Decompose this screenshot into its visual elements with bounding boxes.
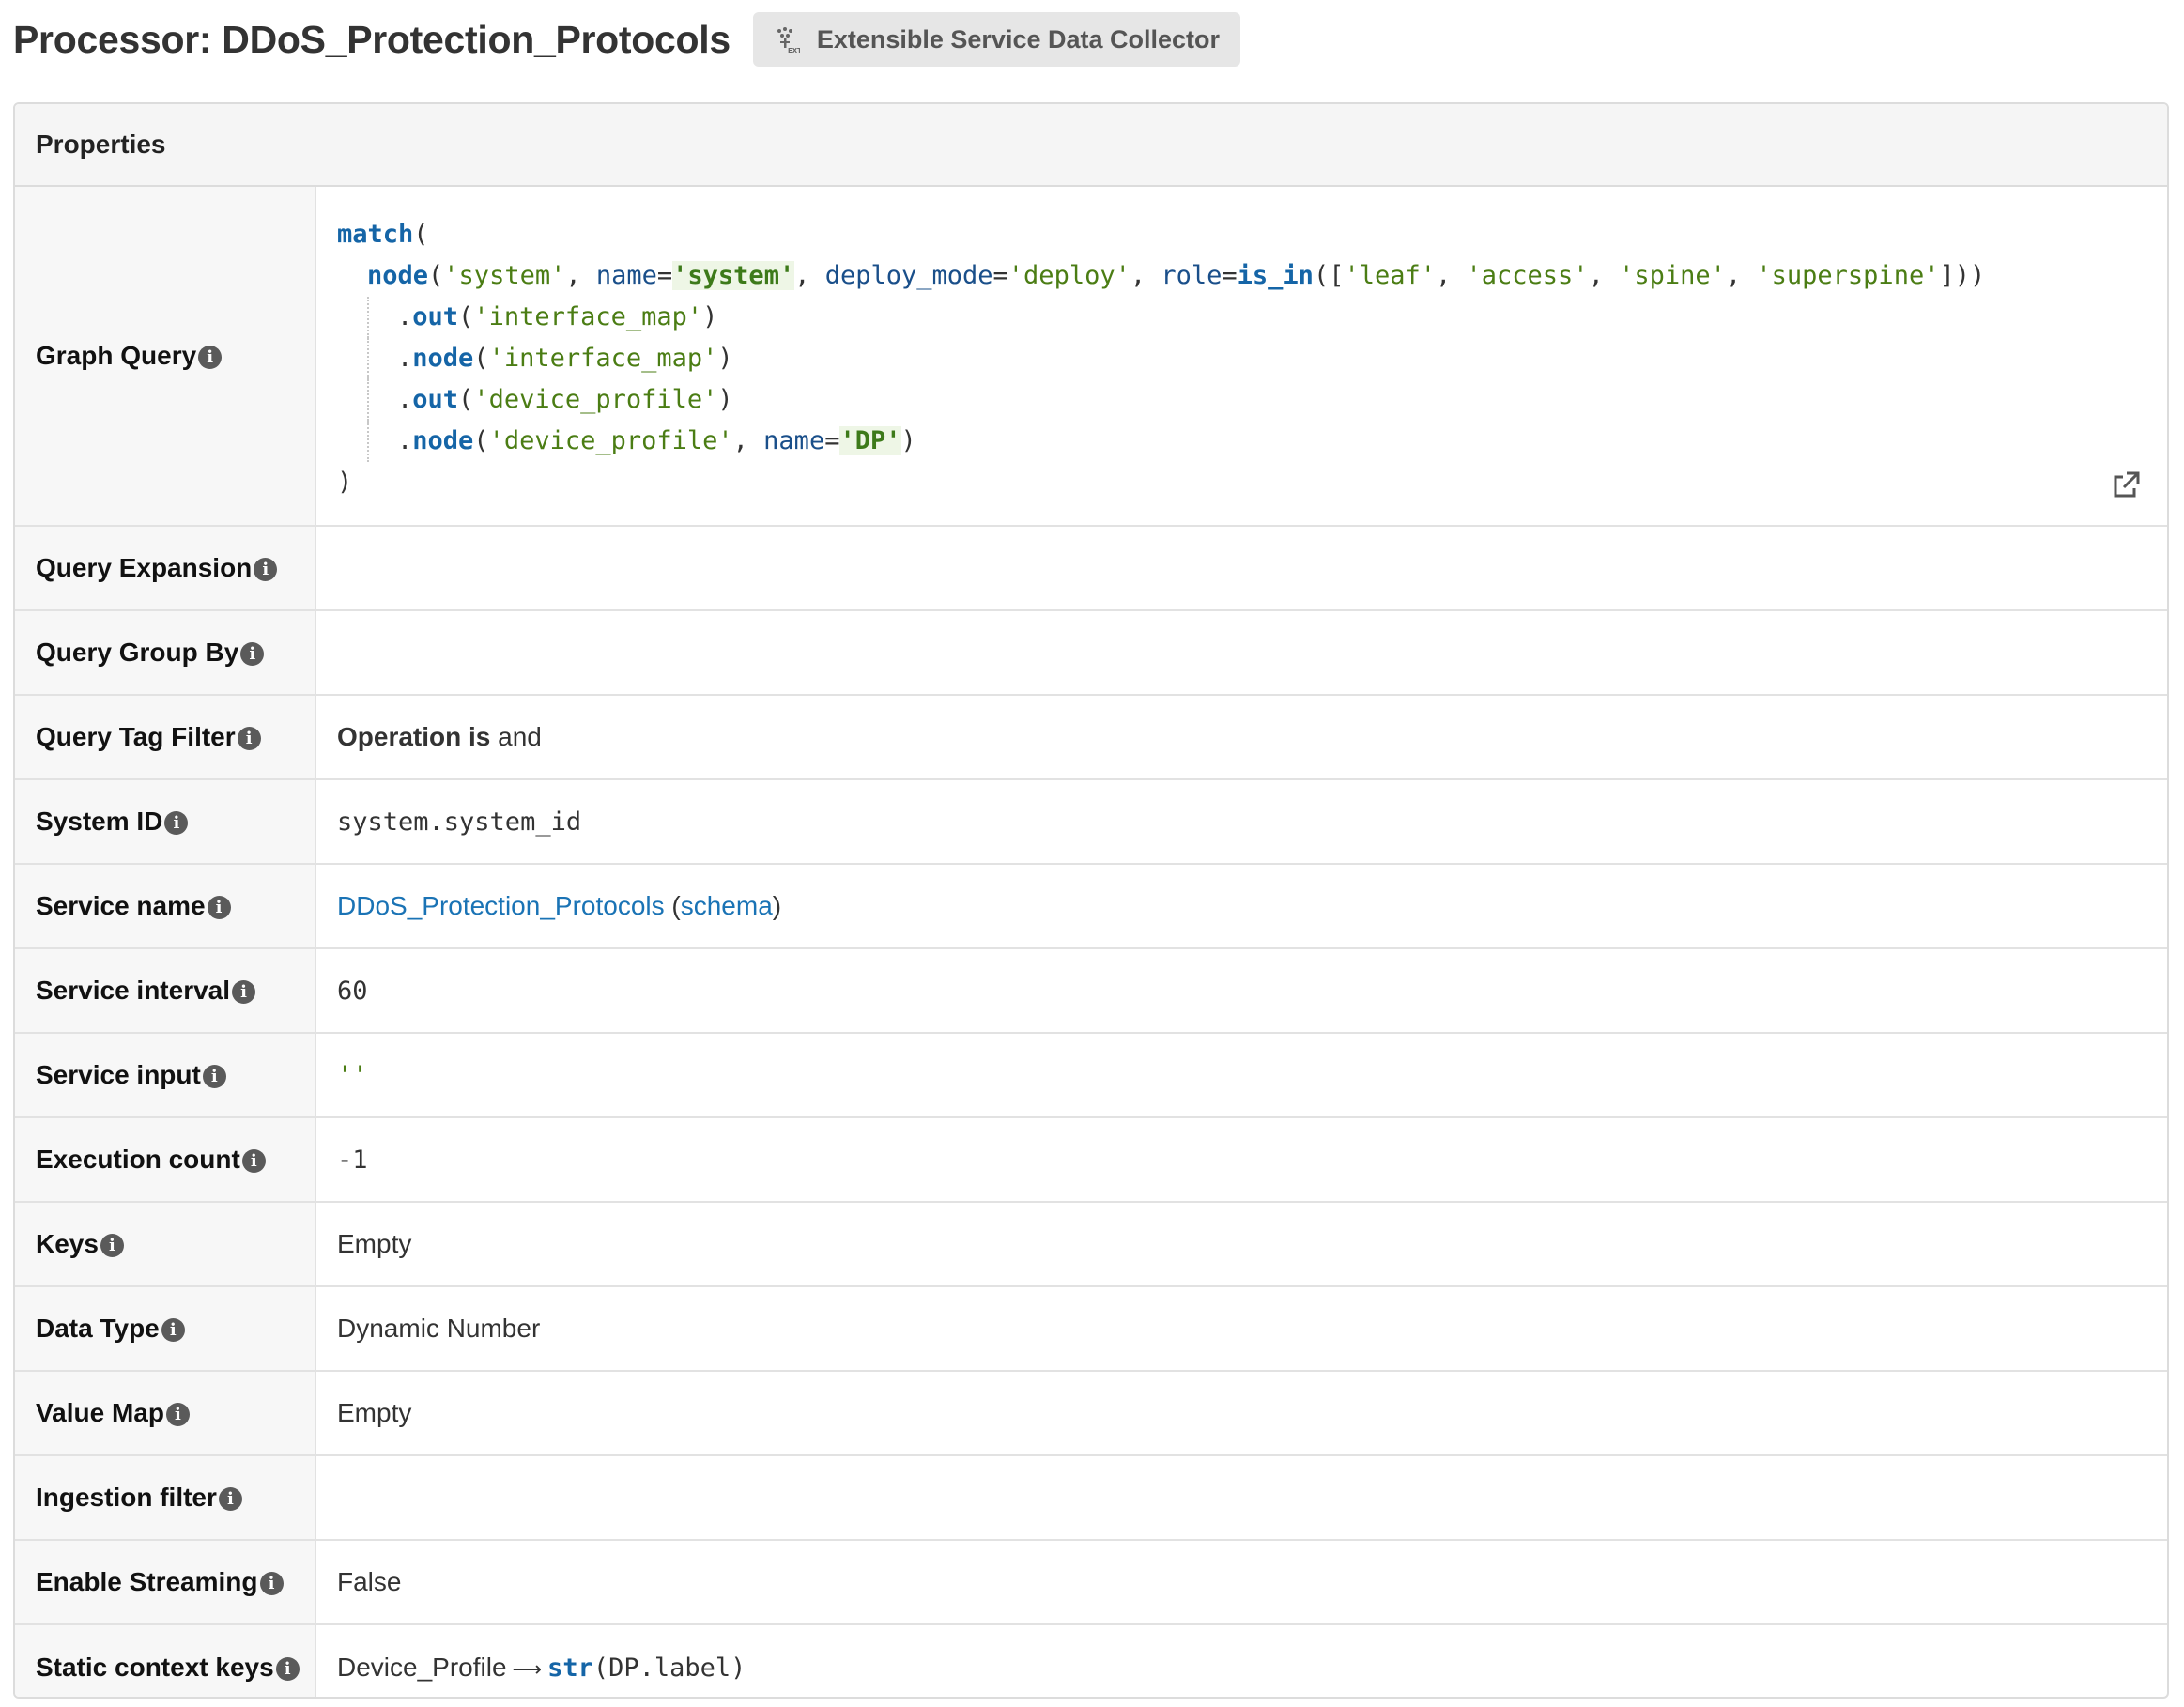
table-row: Ingestion filter i xyxy=(15,1455,2167,1541)
label-text: Service interval xyxy=(36,976,231,1005)
graph-query-code[interactable]: match( node('system', name='system', dep… xyxy=(337,188,2166,524)
label-text: Data Type xyxy=(36,1314,160,1343)
label-text: Execution count xyxy=(36,1145,240,1174)
info-icon[interactable]: i xyxy=(259,1572,284,1595)
context-expr: (DP.label) xyxy=(592,1653,746,1683)
enable-streaming-value: False xyxy=(315,1540,2167,1625)
info-icon[interactable]: i xyxy=(100,1234,124,1257)
properties-panel: Properties Graph Query i match( node('sys… xyxy=(13,102,2169,1699)
context-key-name: Device_Profile xyxy=(337,1652,507,1682)
info-icon[interactable]: i xyxy=(241,1149,266,1173)
graph-query-value: match( node('system', name='system', dep… xyxy=(315,187,2167,527)
table-row: Service interval i 60 xyxy=(15,948,2167,1034)
ingestion-filter-value xyxy=(315,1455,2167,1541)
table-row: Static context keys i Device_Profile ⟶ str(… xyxy=(15,1624,2167,1697)
badge-label: Extensible Service Data Collector xyxy=(816,24,1221,54)
label-text: Value Map xyxy=(36,1398,164,1427)
operation-label: Operation is xyxy=(337,722,491,751)
panel-title: Properties xyxy=(15,104,2167,187)
table-row: Service input i '' xyxy=(15,1033,2167,1118)
info-icon[interactable]: i xyxy=(198,346,223,369)
label-text: Ingestion filter xyxy=(36,1483,217,1512)
info-icon[interactable]: i xyxy=(202,1065,226,1088)
table-row: Keys i Empty xyxy=(15,1202,2167,1287)
code-line: match( xyxy=(337,220,429,249)
info-icon[interactable]: i xyxy=(165,1403,190,1426)
code-line: .node('device_profile', name='DP') xyxy=(337,421,2166,462)
info-icon[interactable]: i xyxy=(275,1656,300,1681)
svg-text:EXT: EXT xyxy=(788,47,800,54)
query-group-by-value xyxy=(315,610,2167,696)
data-type-value: Dynamic Number xyxy=(315,1286,2167,1372)
info-icon[interactable]: i xyxy=(240,642,265,666)
extensible-collector-icon: EXT xyxy=(777,27,800,54)
operation-value: and xyxy=(498,722,542,751)
table-row: Value Map i Empty xyxy=(15,1371,2167,1456)
table-row: Query Group By i xyxy=(15,610,2167,696)
table-row: Execution count i -1 xyxy=(15,1117,2167,1203)
info-icon[interactable]: i xyxy=(161,1318,185,1342)
table-row: System ID i system.system_id xyxy=(15,779,2167,865)
info-icon[interactable]: i xyxy=(232,980,256,1004)
schema-link[interactable]: schema xyxy=(681,891,773,920)
info-icon[interactable]: i xyxy=(207,896,231,919)
context-fn: str xyxy=(547,1653,593,1683)
page-header: Processor: DDoS_Protection_Protocols EXT… xyxy=(13,11,1241,68)
table-row: Enable Streaming i False xyxy=(15,1540,2167,1625)
info-icon[interactable]: i xyxy=(218,1487,242,1511)
table-row: Service name i DDoS_Protection_Protocols … xyxy=(15,864,2167,949)
label-text: Query Group By xyxy=(36,638,239,667)
code-line: ) xyxy=(337,468,353,497)
query-expansion-value xyxy=(315,526,2167,611)
label-text: Enable Streaming xyxy=(36,1567,258,1596)
keys-value: Empty xyxy=(315,1202,2167,1287)
row-label: Graph Query i xyxy=(15,187,316,527)
processor-type-badge: EXT Extensible Service Data Collector xyxy=(752,12,1241,67)
label-text: Service name xyxy=(36,891,206,920)
label-text: Query Tag Filter xyxy=(36,722,236,751)
service-interval-value: 60 xyxy=(315,948,2167,1034)
page-title: Processor: DDoS_Protection_Protocols xyxy=(13,17,731,61)
code-line: .node('interface_map') xyxy=(337,338,2166,379)
code-line: node('system', name='system', deploy_mod… xyxy=(367,261,1986,290)
table-row: Graph Query i match( node('system', name=… xyxy=(15,187,2167,527)
table-row: Query Expansion i xyxy=(15,526,2167,611)
label-text: Keys xyxy=(36,1229,99,1258)
info-icon[interactable]: i xyxy=(237,727,261,750)
service-input-value: '' xyxy=(337,1060,368,1090)
system-id-value: system.system_id xyxy=(315,779,2167,865)
arrow-icon: ⟶ xyxy=(512,1656,543,1681)
info-icon[interactable]: i xyxy=(254,558,278,581)
code-line: .out('interface_map') xyxy=(337,297,2166,338)
code-line: .out('device_profile') xyxy=(337,379,2166,421)
external-link-icon[interactable] xyxy=(2110,469,2142,501)
service-name-value: DDoS_Protection_Protocols (schema) xyxy=(315,864,2167,949)
table-row: Query Tag Filter i Operation is and xyxy=(15,695,2167,780)
label-text: Static context keys xyxy=(36,1652,274,1682)
value-map-value: Empty xyxy=(315,1371,2167,1456)
static-context-keys-value: Device_Profile ⟶ str(DP.label) xyxy=(315,1624,2167,1697)
label-text: Service input xyxy=(36,1060,201,1089)
query-tag-filter-value: Operation is and xyxy=(315,695,2167,780)
label-text: Graph Query xyxy=(36,341,197,370)
execution-count-value: -1 xyxy=(315,1117,2167,1203)
label-text: Query Expansion xyxy=(36,553,253,582)
service-name-link[interactable]: DDoS_Protection_Protocols xyxy=(337,891,665,920)
info-icon[interactable]: i xyxy=(164,811,189,835)
properties-table: Graph Query i match( node('system', name=… xyxy=(15,187,2167,1697)
table-row: Data Type i Dynamic Number xyxy=(15,1286,2167,1372)
label-text: System ID xyxy=(36,807,163,836)
